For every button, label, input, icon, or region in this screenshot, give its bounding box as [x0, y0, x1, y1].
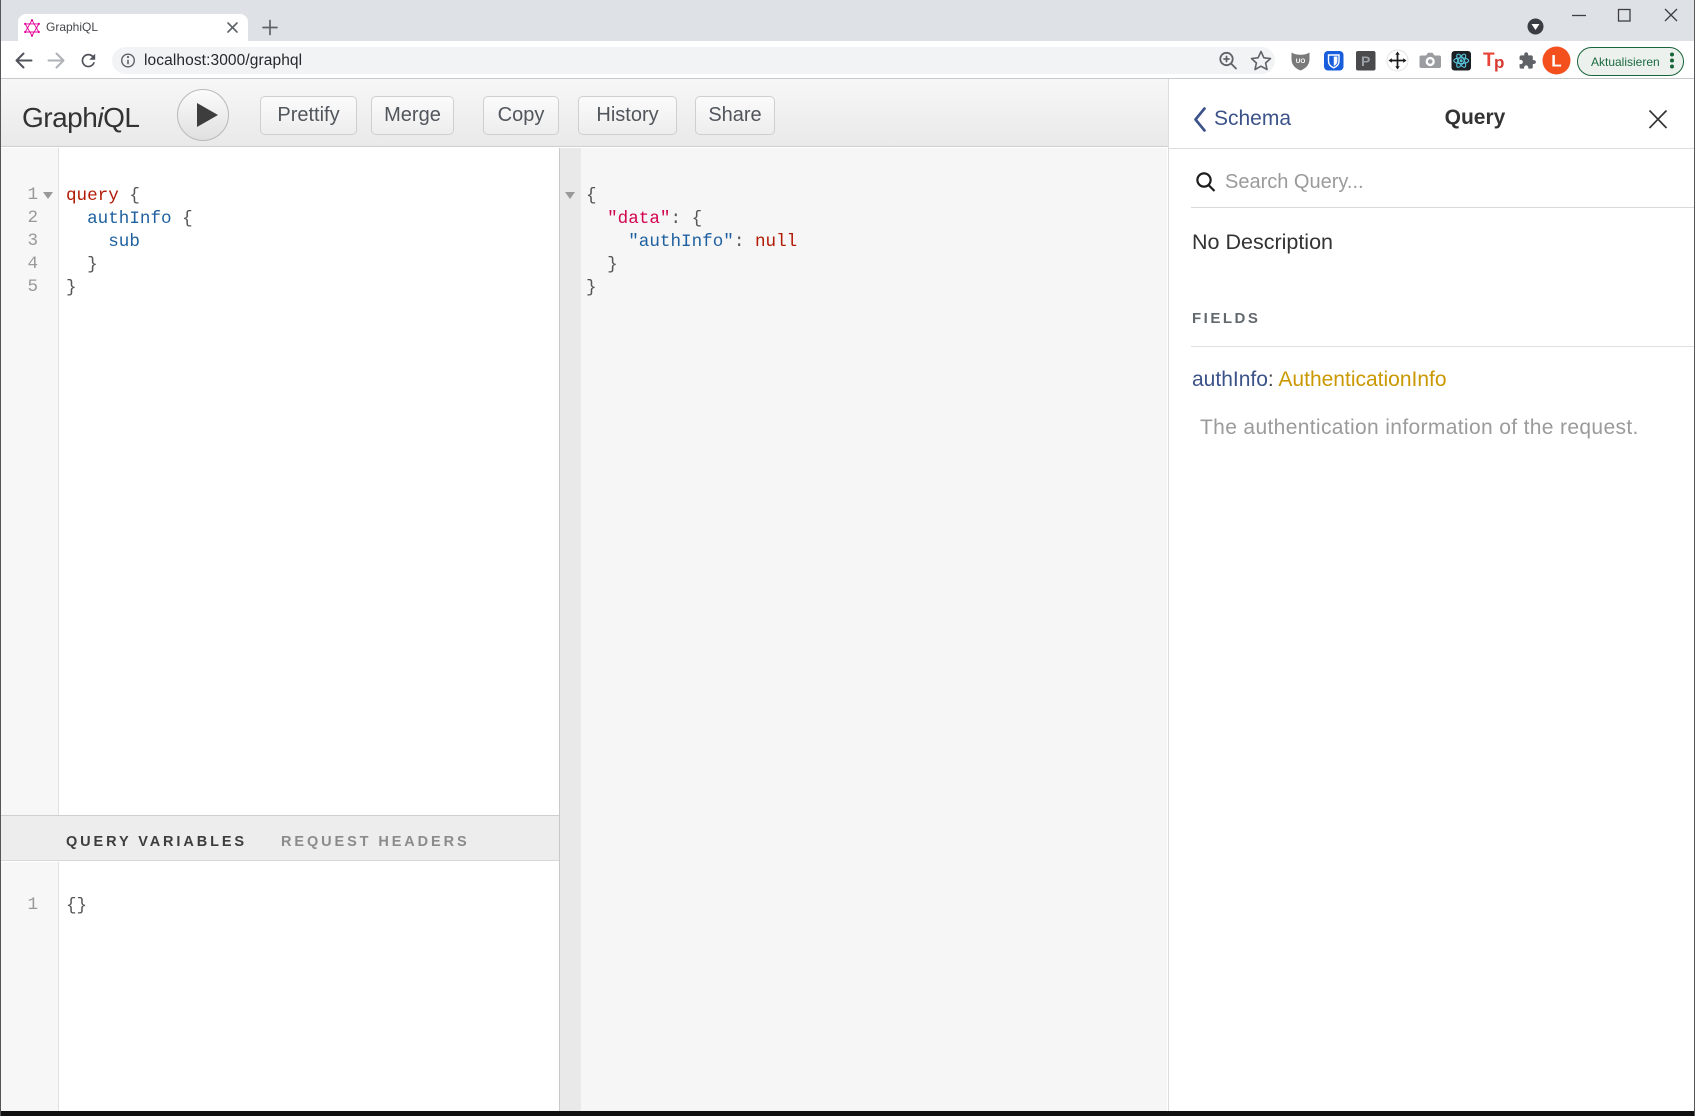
svg-text:UO: UO [1296, 58, 1306, 65]
svg-text:p: p [1494, 53, 1504, 72]
svg-text:L: L [1551, 52, 1561, 71]
svg-text:P: P [1361, 53, 1370, 69]
